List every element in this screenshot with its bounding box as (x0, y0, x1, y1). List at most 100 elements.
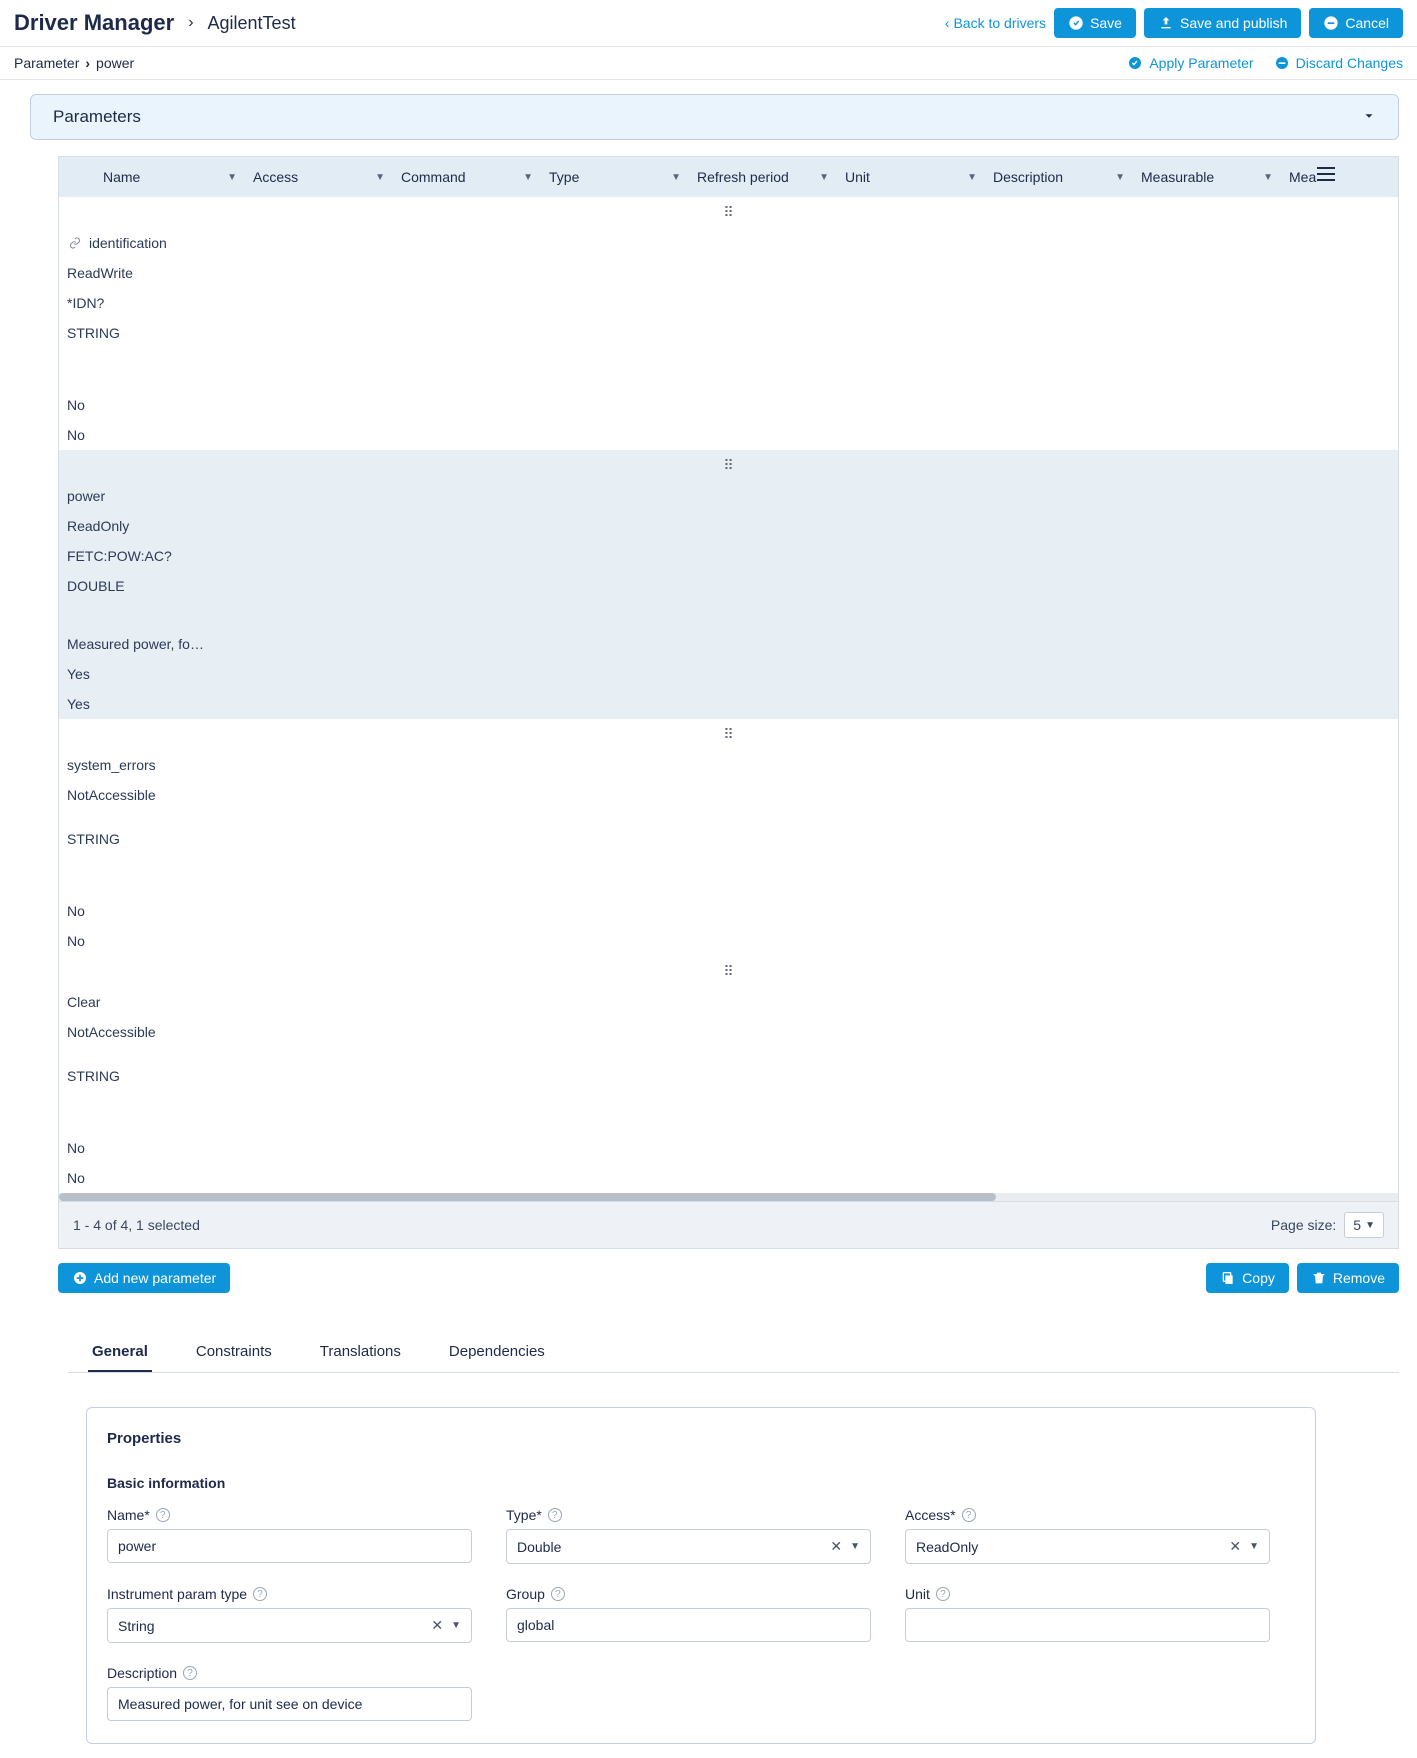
link-icon (67, 237, 83, 249)
remove-button[interactable]: Remove (1297, 1263, 1399, 1293)
cell-name: identification (59, 228, 1398, 258)
help-icon[interactable]: ? (936, 1587, 950, 1601)
instr-select[interactable]: String ✕▼ (107, 1608, 472, 1643)
column-header-type[interactable]: Type▼ (541, 157, 689, 197)
chevron-right-icon: › (85, 55, 90, 71)
cell-meas-cont: Yes (59, 689, 1398, 719)
trash-icon (1311, 1270, 1327, 1286)
tab-general[interactable]: General (88, 1333, 152, 1372)
desc-label: Description? (107, 1665, 472, 1681)
cell-measurable: No (59, 390, 1398, 420)
desc-input[interactable] (107, 1687, 472, 1721)
cell-type: STRING (59, 1061, 1398, 1091)
cell-meas-cont: No (59, 420, 1398, 450)
column-header-mea[interactable]: Mea (1281, 157, 1341, 197)
clear-icon[interactable]: ✕ (431, 1617, 443, 1634)
properties-card: Properties Basic information Name*? Type… (86, 1407, 1316, 1744)
tab-translations[interactable]: Translations (316, 1333, 405, 1372)
page-size-select[interactable]: 5 ▼ (1344, 1212, 1384, 1238)
add-new-parameter-button[interactable]: Add new parameter (58, 1263, 230, 1293)
help-icon[interactable]: ? (156, 1508, 170, 1522)
name-input[interactable] (107, 1529, 472, 1563)
cell-refresh (59, 348, 1398, 362)
caret-down-icon: ▼ (227, 172, 237, 183)
cell-access: ReadOnly (59, 511, 1398, 541)
add-label: Add new parameter (94, 1270, 216, 1286)
app-title: Driver Manager (14, 10, 174, 36)
help-icon[interactable]: ? (548, 1508, 562, 1522)
cell-name: system_errors (59, 750, 1398, 780)
copy-button[interactable]: Copy (1206, 1263, 1289, 1293)
discard-label: Discard Changes (1296, 55, 1403, 71)
driver-name: AgilentTest (208, 13, 296, 34)
basic-info-title: Basic information (107, 1475, 1295, 1491)
page-size-value: 5 (1353, 1217, 1361, 1233)
cell-type: STRING (59, 318, 1398, 348)
tab-dependencies[interactable]: Dependencies (445, 1333, 549, 1372)
column-header-access[interactable]: Access▼ (245, 157, 393, 197)
cell-measurable: Yes (59, 659, 1398, 689)
cell-access: NotAccessible (59, 1017, 1398, 1047)
upload-icon (1158, 15, 1174, 31)
help-icon[interactable]: ? (183, 1666, 197, 1680)
parameters-panel: Parameters (30, 94, 1399, 140)
caret-down-icon: ▼ (819, 172, 829, 183)
help-icon[interactable]: ? (253, 1587, 267, 1601)
column-header-name[interactable]: Name▼ (95, 157, 245, 197)
access-select[interactable]: ReadOnly ✕ ▼ (905, 1529, 1270, 1564)
group-input[interactable] (506, 1608, 871, 1642)
copy-label: Copy (1242, 1270, 1275, 1286)
cell-access: ReadWrite (59, 258, 1398, 288)
plus-circle-icon (72, 1270, 88, 1286)
access-value: ReadOnly (916, 1539, 978, 1555)
name-label: Name*? (107, 1507, 472, 1523)
cell-desc (59, 376, 1398, 390)
chevron-down-icon (1362, 109, 1376, 126)
parameters-panel-header[interactable]: Parameters (31, 95, 1398, 139)
drag-handle-icon[interactable]: ⠿ (59, 197, 1398, 228)
column-header-description[interactable]: Description▼ (985, 157, 1133, 197)
cell-desc (59, 882, 1398, 896)
drag-handle-icon[interactable]: ⠿ (59, 719, 1398, 750)
chevron-left-icon: ‹ (945, 15, 950, 31)
help-icon[interactable]: ? (551, 1587, 565, 1601)
tabs: General Constraints Translations Dependenci… (68, 1333, 1399, 1373)
save-button[interactable]: Save (1054, 8, 1136, 38)
clear-icon[interactable]: ✕ (830, 1538, 842, 1555)
group-label: Group? (506, 1586, 871, 1602)
cell-refresh (59, 601, 1398, 615)
caret-down-icon: ▼ (523, 172, 533, 183)
caret-down-icon: ▼ (1249, 1541, 1259, 1552)
unit-input[interactable] (905, 1608, 1270, 1642)
column-header-unit[interactable]: Unit▼ (837, 157, 985, 197)
horizontal-scrollbar[interactable] (59, 1193, 1398, 1201)
drag-handle-icon[interactable]: ⠿ (59, 450, 1398, 481)
columns-menu-icon[interactable] (1317, 167, 1335, 181)
drag-handle-icon[interactable]: ⠿ (59, 956, 1398, 987)
column-header-measurable[interactable]: Measurable▼ (1133, 157, 1281, 197)
cell-command (59, 810, 1398, 824)
instr-value: String (118, 1618, 155, 1634)
page-size-label: Page size: (1271, 1217, 1336, 1233)
breadcrumb-parameter[interactable]: Parameter (14, 55, 79, 71)
help-icon[interactable]: ? (962, 1508, 976, 1522)
cancel-button[interactable]: Cancel (1309, 8, 1403, 38)
type-select[interactable]: Double ✕▼ (506, 1529, 871, 1564)
caret-down-icon: ▼ (1115, 172, 1125, 183)
apply-parameter-link[interactable]: Apply Parameter (1127, 55, 1253, 71)
back-to-drivers-link[interactable]: ‹ Back to drivers (945, 15, 1046, 31)
save-publish-button[interactable]: Save and publish (1144, 8, 1301, 38)
clear-icon[interactable]: ✕ (1229, 1538, 1241, 1555)
cell-access: NotAccessible (59, 780, 1398, 810)
cell-unit (59, 362, 1398, 376)
column-header-refresh period[interactable]: Refresh period▼ (689, 157, 837, 197)
minus-circle-icon (1274, 55, 1290, 71)
tab-constraints[interactable]: Constraints (192, 1333, 276, 1372)
cell-command: *IDN? (59, 288, 1398, 318)
column-header-command[interactable]: Command▼ (393, 157, 541, 197)
unit-label: Unit? (905, 1586, 1270, 1602)
cancel-label: Cancel (1345, 15, 1389, 31)
cell-meas-cont: No (59, 1163, 1398, 1193)
cell-meas-cont: No (59, 926, 1398, 956)
discard-changes-link[interactable]: Discard Changes (1274, 55, 1403, 71)
